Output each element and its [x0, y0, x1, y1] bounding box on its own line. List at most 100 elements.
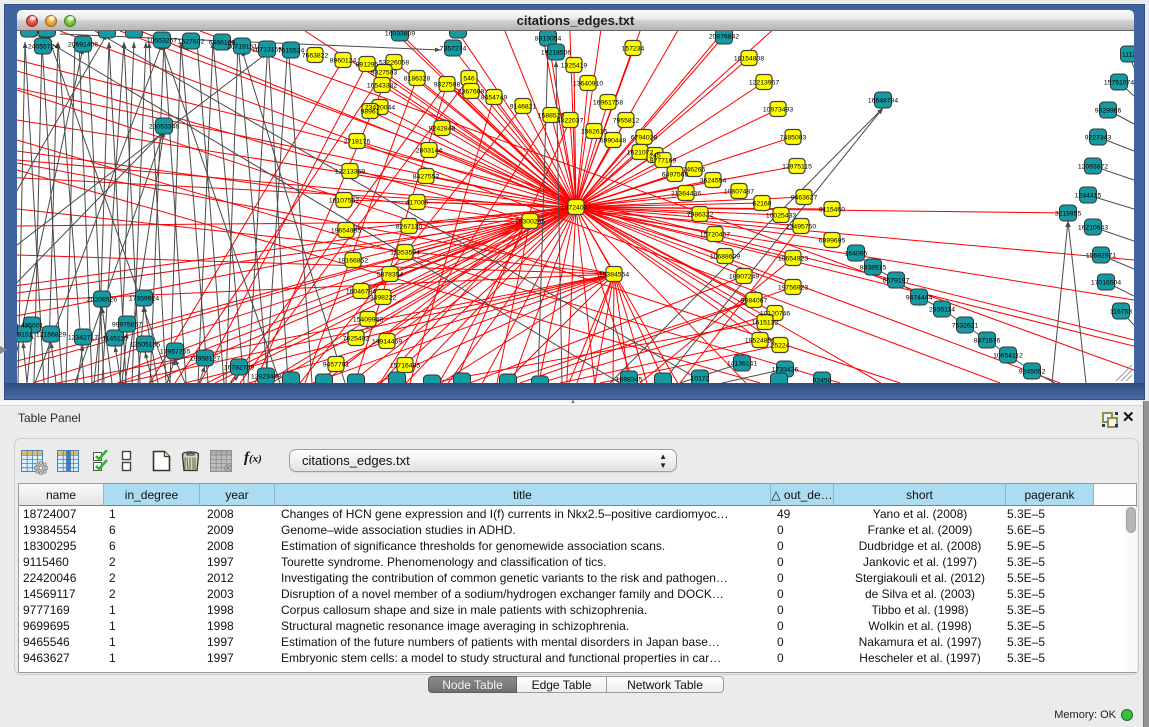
- svg-text:12923448: 12923448: [251, 374, 281, 381]
- svg-text:5322037: 5322037: [557, 118, 584, 125]
- svg-text:891295: 891295: [356, 62, 379, 69]
- svg-text:17957255: 17957255: [160, 349, 190, 356]
- svg-text:435001: 435001: [21, 323, 44, 330]
- svg-text:546: 546: [463, 76, 475, 83]
- svg-text:6794028: 6794028: [631, 135, 658, 142]
- svg-text:19166852: 19166852: [338, 258, 368, 265]
- svg-text:10120746: 10120746: [760, 311, 790, 318]
- svg-text:9777169: 9777169: [650, 158, 677, 165]
- svg-text:9329966: 9329966: [1095, 108, 1122, 115]
- svg-text:7632621: 7632621: [952, 323, 979, 330]
- svg-text:157234: 157234: [622, 46, 645, 53]
- svg-text:1244415: 1244415: [1075, 193, 1102, 200]
- svg-text:7485003: 7485003: [780, 135, 807, 142]
- svg-text:19958127: 19958127: [190, 356, 220, 363]
- svg-text:3624554: 3624554: [700, 178, 727, 185]
- svg-text:19756923: 19756923: [778, 285, 808, 292]
- svg-text:12213369: 12213369: [335, 169, 365, 176]
- svg-text:62160: 62160: [753, 201, 772, 208]
- svg-text:13495750: 13495750: [786, 224, 816, 231]
- svg-text:12342717: 12342717: [68, 335, 98, 342]
- svg-text:8186328: 8186328: [404, 76, 431, 83]
- svg-text:18907249: 18907249: [729, 274, 759, 281]
- svg-text:1615132: 1615132: [752, 320, 779, 327]
- svg-text:10553267: 10553267: [147, 38, 177, 45]
- svg-text:53226058: 53226058: [379, 60, 409, 67]
- svg-text:24055724: 24055724: [28, 44, 58, 51]
- svg-text:17359924: 17359924: [129, 296, 159, 303]
- svg-text:9457791: 9457791: [323, 362, 350, 369]
- svg-text:39151: 39151: [17, 332, 33, 339]
- svg-text:20876842: 20876842: [709, 34, 739, 41]
- svg-text:2935114: 2935114: [929, 307, 955, 314]
- svg-text:9463627: 9463627: [791, 195, 818, 202]
- svg-text:3215955: 3215955: [1055, 211, 1082, 218]
- svg-text:11353594: 11353594: [390, 250, 420, 257]
- svg-text:9327508: 9327508: [434, 82, 461, 89]
- svg-text:1733426: 1733426: [772, 367, 799, 374]
- svg-text:10973493: 10973493: [763, 107, 793, 114]
- svg-text:99975857: 99975857: [112, 322, 142, 329]
- svg-text:9327503: 9327503: [371, 70, 398, 77]
- svg-text:8813054: 8813054: [535, 36, 562, 43]
- svg-text:1362615: 1362615: [581, 129, 608, 136]
- svg-text:7955812: 7955812: [613, 118, 640, 125]
- svg-text:19654985: 19654985: [331, 228, 361, 235]
- svg-text:9084067: 9084067: [741, 298, 768, 305]
- svg-text:16154808: 16154808: [734, 56, 764, 63]
- svg-text:3498222: 3498222: [370, 295, 397, 302]
- svg-text:16648784: 16648784: [868, 98, 898, 105]
- svg-text:16961758: 16961758: [593, 100, 623, 107]
- svg-text:5878354: 5878354: [377, 272, 404, 279]
- svg-text:98961: 98961: [361, 109, 380, 116]
- svg-text:6990448: 6990448: [600, 138, 627, 145]
- svg-text:8938915: 8938915: [860, 265, 887, 272]
- svg-text:6899695: 6899695: [819, 238, 846, 245]
- svg-text:10688609: 10688609: [710, 254, 740, 261]
- svg-text:14914459: 14914459: [372, 339, 402, 346]
- svg-text:10025433: 10025433: [766, 213, 796, 220]
- svg-text:12213967: 12213967: [749, 80, 779, 87]
- svg-text:1325419: 1325419: [561, 63, 588, 70]
- svg-text:6679197: 6679197: [883, 278, 910, 285]
- svg-text:1527602: 1527602: [178, 39, 205, 46]
- svg-text:8454749: 8454749: [481, 95, 508, 102]
- svg-text:12093872: 12093872: [1078, 164, 1108, 171]
- svg-text:7357274: 7357274: [440, 46, 467, 53]
- svg-text:116753: 116753: [1110, 309, 1132, 316]
- svg-text:164095: 164095: [845, 251, 868, 258]
- svg-text:16782759: 16782759: [224, 365, 254, 372]
- svg-text:19384554: 19384554: [599, 272, 629, 279]
- svg-text:9146821: 9146821: [510, 104, 537, 111]
- svg-text:14136141: 14136141: [727, 361, 757, 368]
- svg-text:8427552: 8427552: [413, 174, 440, 181]
- svg-text:1145110: 1145110: [102, 336, 128, 343]
- svg-text:12156829: 12156829: [36, 332, 66, 339]
- svg-text:19218506: 19218506: [541, 50, 571, 57]
- svg-text:16033809: 16033809: [385, 31, 415, 38]
- svg-text:9227343: 9227343: [1085, 135, 1112, 142]
- svg-text:25224: 25224: [771, 343, 790, 350]
- svg-text:9242848: 9242848: [429, 126, 456, 133]
- svg-text:20691406: 20691406: [68, 42, 98, 49]
- svg-text:2803144: 2803144: [416, 148, 443, 155]
- svg-text:17016504: 17016504: [1091, 280, 1121, 287]
- svg-text:9245052: 9245052: [1019, 369, 1046, 376]
- svg-text:15751074: 15751074: [1104, 80, 1134, 87]
- svg-text:7515524: 7515524: [278, 48, 305, 55]
- svg-text:9474444: 9474444: [906, 295, 933, 302]
- svg-text:746266: 746266: [683, 167, 706, 174]
- svg-text:18724007: 18724007: [561, 205, 591, 212]
- svg-text:2718176: 2718176: [344, 139, 371, 146]
- svg-text:12975115: 12975115: [782, 164, 812, 171]
- svg-text:10654923: 10654923: [778, 256, 808, 263]
- svg-text:13640910: 13640910: [573, 81, 603, 88]
- svg-text:15409948: 15409948: [353, 317, 383, 324]
- svg-text:16543382: 16543382: [367, 83, 397, 90]
- svg-text:12505135: 12505135: [130, 342, 160, 349]
- svg-text:16107552: 16107552: [329, 198, 359, 205]
- svg-text:21364436: 21364436: [671, 191, 701, 198]
- svg-text:15720407: 15720407: [700, 232, 730, 239]
- svg-text:7625402: 7625402: [343, 336, 370, 343]
- svg-text:8960124: 8960124: [330, 58, 357, 65]
